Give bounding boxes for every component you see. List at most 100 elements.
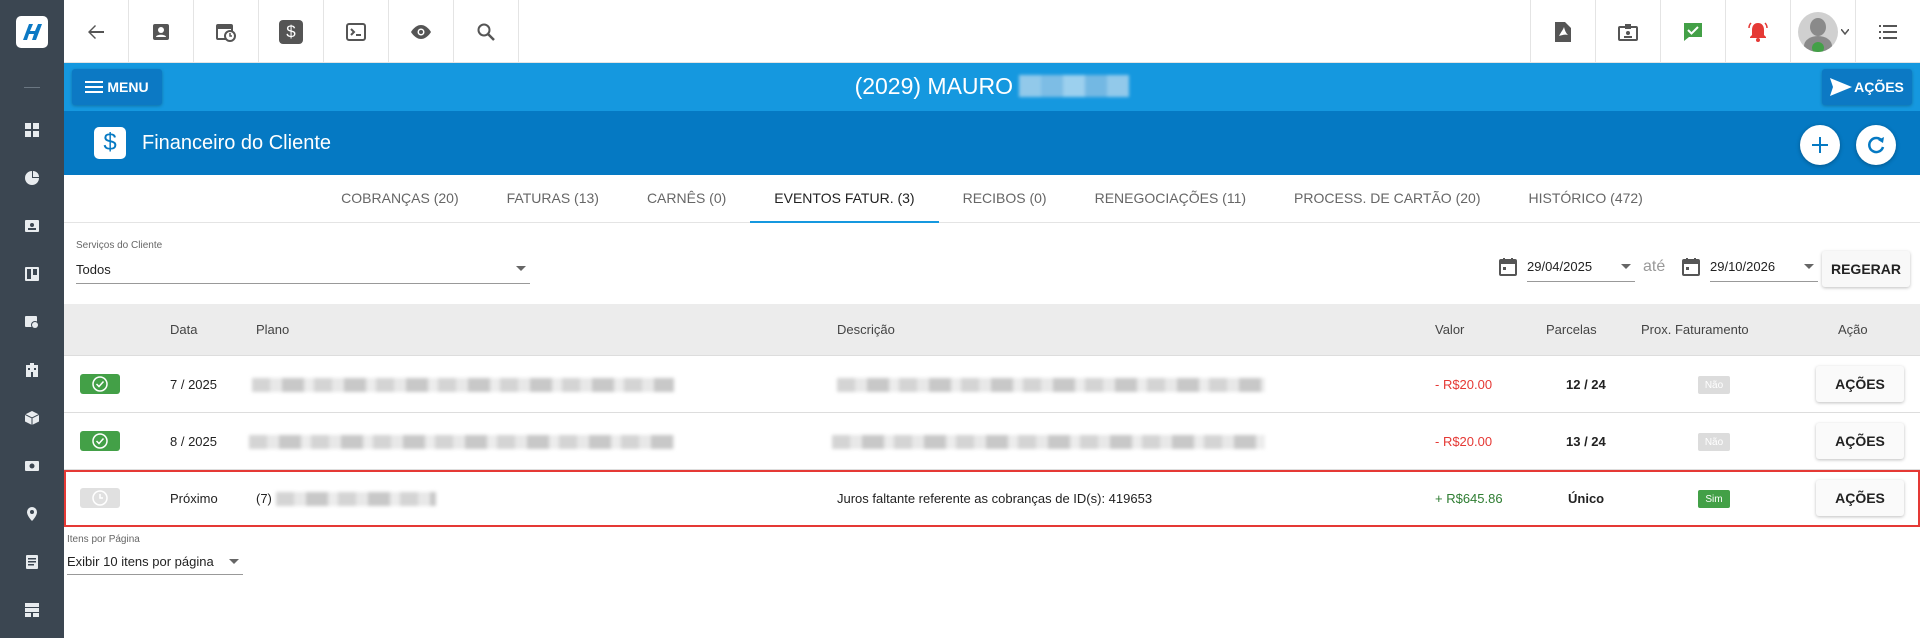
chevron-down-icon bbox=[1840, 28, 1849, 35]
tab-process-cartao[interactable]: PROCESS. DE CARTÃO (20) bbox=[1270, 175, 1504, 223]
col-parcelas: Parcelas bbox=[1546, 322, 1597, 337]
view-button[interactable] bbox=[389, 0, 454, 63]
app-logo[interactable] bbox=[0, 0, 64, 63]
sidebar-item-board[interactable] bbox=[0, 250, 64, 298]
row-parcelas: Único bbox=[1568, 491, 1605, 506]
id-badge-button[interactable] bbox=[1595, 0, 1660, 63]
col-descricao: Descrição bbox=[837, 322, 895, 337]
chevron-down-icon bbox=[516, 266, 526, 271]
sidebar-divider bbox=[24, 87, 40, 88]
status-toggle[interactable] bbox=[80, 374, 120, 394]
actions-button[interactable]: AÇÕES bbox=[1822, 69, 1912, 105]
sidebar-item-products[interactable] bbox=[0, 394, 64, 442]
redacted-descricao bbox=[837, 378, 1265, 392]
search-button[interactable] bbox=[454, 0, 519, 63]
terminal-button[interactable] bbox=[324, 0, 389, 63]
add-button[interactable] bbox=[1800, 125, 1840, 165]
clock-icon bbox=[92, 490, 108, 506]
row-valor: + R$645.86 bbox=[1435, 491, 1503, 506]
sidebar-item-schedule[interactable] bbox=[0, 298, 64, 346]
status-toggle[interactable] bbox=[80, 488, 120, 508]
sidebar-item-reports[interactable] bbox=[0, 154, 64, 202]
schedule-button[interactable] bbox=[194, 0, 259, 63]
status-toggle[interactable] bbox=[80, 431, 120, 451]
sidebar-item-documents[interactable] bbox=[0, 538, 64, 586]
prox-faturamento-badge: Não bbox=[1698, 433, 1730, 451]
server-icon bbox=[25, 603, 39, 617]
items-per-page-select[interactable]: Exibir 10 itens por página bbox=[67, 553, 243, 575]
pie-chart-icon bbox=[25, 171, 39, 185]
chevron-down-icon bbox=[229, 559, 239, 564]
dollar-icon: $ bbox=[279, 19, 303, 44]
row-actions-button[interactable]: AÇÕES bbox=[1816, 480, 1904, 516]
sidebar-item-contacts[interactable] bbox=[0, 202, 64, 250]
tab-bar: COBRANÇAS (20) FATURAS (13) CARNÊS (0) E… bbox=[64, 175, 1920, 223]
tab-carnes[interactable]: CARNÊS (0) bbox=[623, 175, 750, 223]
services-label: Serviços do Cliente bbox=[76, 240, 163, 251]
finance-button[interactable]: $ bbox=[259, 0, 324, 63]
services-select[interactable]: Todos bbox=[76, 260, 530, 284]
section-header: $ Financeiro do Cliente bbox=[64, 111, 1920, 175]
col-prox-faturamento: Prox. Faturamento bbox=[1641, 322, 1749, 337]
calendar-clock-icon bbox=[25, 316, 39, 329]
package-icon bbox=[25, 411, 39, 425]
col-acao: Ação bbox=[1838, 322, 1868, 337]
board-icon bbox=[25, 267, 39, 281]
row-data: 8 / 2025 bbox=[170, 434, 217, 449]
row-actions-button[interactable]: AÇÕES bbox=[1816, 423, 1904, 459]
dollar-icon: $ bbox=[94, 127, 126, 159]
redacted-plano bbox=[252, 378, 674, 392]
regerar-button[interactable]: REGERAR bbox=[1822, 251, 1910, 287]
items-per-page-label: Itens por Página bbox=[67, 534, 140, 545]
document-icon bbox=[26, 555, 38, 569]
refresh-button[interactable] bbox=[1856, 125, 1896, 165]
prox-faturamento-badge: Sim bbox=[1698, 490, 1730, 508]
table-row: 7 / 2025 - R$20.00 12 / 24 Não AÇÕES bbox=[64, 356, 1920, 413]
sidebar-item-map[interactable] bbox=[0, 490, 64, 538]
chevron-down-icon bbox=[1804, 264, 1814, 269]
tab-renegociacoes[interactable]: RENEGOCIAÇÕES (11) bbox=[1071, 175, 1270, 223]
eye-icon bbox=[411, 24, 431, 39]
services-value: Todos bbox=[76, 262, 111, 277]
items-per-page-value: Exibir 10 itens por página bbox=[67, 554, 214, 569]
row-plano: (7) bbox=[256, 491, 272, 506]
sidebar-item-servers[interactable] bbox=[0, 586, 64, 634]
actions-label: AÇÕES bbox=[1854, 79, 1904, 95]
notifications-button[interactable] bbox=[1725, 0, 1790, 63]
chevron-down-icon bbox=[1621, 264, 1631, 269]
ate-label: até bbox=[1643, 258, 1666, 275]
row-actions-button[interactable]: AÇÕES bbox=[1816, 366, 1904, 402]
date-to-select[interactable]: 29/10/2026 bbox=[1710, 258, 1818, 282]
list-menu-button[interactable] bbox=[1855, 0, 1920, 63]
calendar-icon bbox=[1499, 258, 1517, 276]
id-badge-icon bbox=[1618, 23, 1638, 41]
contact-card-icon bbox=[153, 23, 169, 40]
tab-cobrancas[interactable]: COBRANÇAS (20) bbox=[317, 175, 482, 223]
contact-card-icon bbox=[25, 220, 39, 232]
send-icon bbox=[1830, 78, 1853, 96]
calendar-icon bbox=[1682, 258, 1700, 276]
sidebar-item-dashboard[interactable] bbox=[0, 106, 64, 154]
client-card-button[interactable] bbox=[129, 0, 194, 63]
table-row: 8 / 2025 - R$20.00 13 / 24 Não AÇÕES bbox=[64, 413, 1920, 470]
tab-historico[interactable]: HISTÓRICO (472) bbox=[1504, 175, 1666, 223]
tab-eventos-fatur[interactable]: EVENTOS FATUR. (3) bbox=[750, 175, 939, 223]
tab-faturas[interactable]: FATURAS (13) bbox=[483, 175, 623, 223]
plus-icon bbox=[1812, 137, 1828, 153]
refresh-icon bbox=[1868, 136, 1885, 154]
sidebar-item-company[interactable] bbox=[0, 346, 64, 394]
dashboard-icon bbox=[25, 123, 39, 137]
row-valor: - R$20.00 bbox=[1435, 377, 1493, 392]
building-icon bbox=[26, 363, 38, 377]
pdf-button[interactable] bbox=[1530, 0, 1595, 63]
row-descricao: Juros faltante referente as cobranças de… bbox=[837, 491, 1153, 506]
col-plano: Plano bbox=[256, 322, 290, 337]
sidebar-item-finance[interactable] bbox=[0, 442, 64, 490]
prox-faturamento-badge: Não bbox=[1698, 376, 1730, 394]
tab-recibos[interactable]: RECIBOS (0) bbox=[939, 175, 1071, 223]
user-menu-button[interactable] bbox=[1790, 0, 1855, 63]
messages-button[interactable] bbox=[1660, 0, 1725, 63]
row-valor: - R$20.00 bbox=[1435, 434, 1493, 449]
back-button[interactable] bbox=[64, 0, 129, 63]
date-from-select[interactable]: 29/04/2025 bbox=[1527, 258, 1635, 282]
